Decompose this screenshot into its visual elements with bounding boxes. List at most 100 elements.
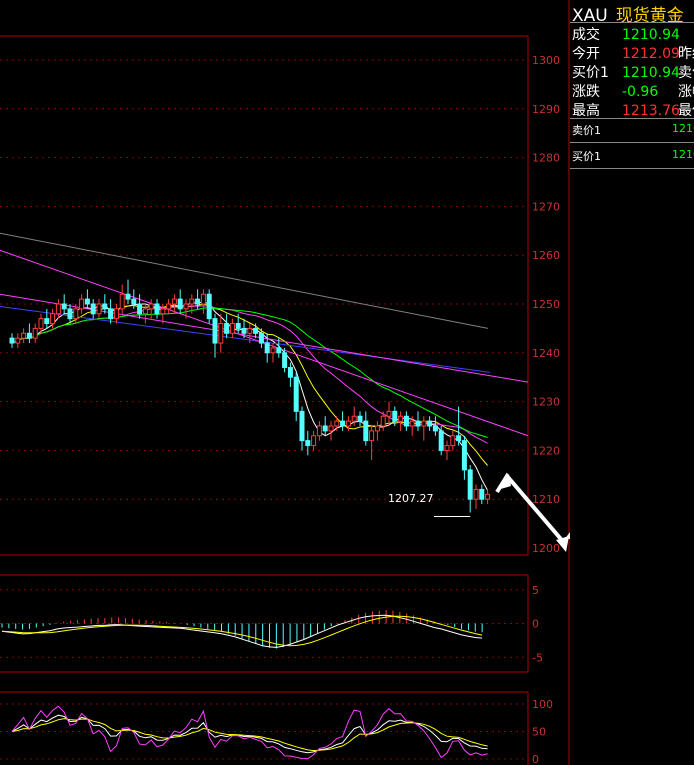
candle-body (409, 420, 415, 427)
candle-body (369, 430, 375, 442)
quote-label: 今开 (572, 46, 600, 62)
candle-body (102, 303, 108, 310)
candle-body (108, 308, 114, 320)
candle-body (119, 293, 125, 310)
ma-long-gray-line (0, 232, 489, 329)
trend-line-upper (0, 249, 529, 437)
candle-body (96, 303, 102, 315)
candle-body (21, 332, 27, 339)
candle-body (479, 488, 485, 500)
candle-body (299, 410, 305, 442)
candle-body (218, 323, 224, 344)
kdj-indicator (11, 705, 488, 760)
price-tick-label: 1260 (532, 249, 560, 262)
quote-row: 涨跌 -0.96 涨幅 (572, 81, 694, 101)
quote-row: 今开 1212.09昨结 (572, 43, 694, 63)
candle-body (189, 298, 195, 305)
candle-body (427, 420, 433, 427)
candle-body (438, 430, 444, 451)
kdj-tick-label: 0 (532, 753, 539, 765)
candle-body (113, 308, 119, 320)
candle-body (131, 298, 137, 305)
candle-body (328, 425, 334, 432)
price-tick-label: 1270 (532, 200, 560, 213)
price-tick-label: 1220 (532, 444, 560, 457)
candle-body (357, 415, 363, 422)
candle-body (137, 303, 143, 315)
macd-tick-label: 5 (532, 584, 539, 597)
candle-body (90, 303, 96, 315)
price-chart[interactable]: 1300 1290 1280 1270 1260 1250 1240 1230 1220 1210… (0, 0, 570, 765)
candle-body (247, 327, 253, 334)
candle-body (44, 318, 50, 325)
candle-body (403, 415, 409, 427)
candle-body (200, 293, 206, 305)
candle-body (473, 488, 479, 500)
candle-body (183, 303, 189, 310)
quote-divider (570, 118, 694, 119)
candle-body (421, 420, 427, 427)
candle-body (67, 308, 73, 320)
kdj-j-line (11, 705, 488, 760)
candle-body (287, 366, 293, 378)
candle-body (450, 435, 456, 447)
candle-body (38, 318, 44, 329)
candle-body (253, 327, 259, 334)
quote-label: 成交 (572, 27, 600, 43)
kdj-tick-label: 50 (532, 726, 546, 739)
orderbook-label: 卖价1 (572, 124, 601, 137)
candle-body (195, 298, 201, 305)
candle-body (380, 415, 386, 427)
symbol-code: XAU (572, 6, 608, 26)
price-tick-label: 1230 (532, 396, 560, 409)
orderbook-row[interactable]: 卖价1 1210 (572, 122, 694, 138)
candle-body (467, 469, 473, 500)
candle-body (206, 293, 212, 320)
quote-value: -0.96 (622, 84, 659, 100)
candle-body (432, 425, 438, 432)
candle-body (270, 347, 276, 354)
candle-body (293, 376, 299, 412)
quote-label: 涨跌 (572, 84, 600, 100)
moving-average-lines (0, 232, 529, 491)
candle-body (345, 420, 351, 427)
quote-value: 1210.94 (622, 65, 680, 81)
candle-body (9, 337, 15, 344)
candle-body (79, 298, 85, 310)
quote-value: 1210.94 (622, 27, 680, 43)
price-tick-label: 1290 (532, 103, 560, 116)
quote-label: 买价1 (572, 65, 609, 81)
candle-body (386, 410, 392, 417)
macd-tick-label: 0 (532, 618, 539, 631)
candle-body (351, 415, 357, 422)
orderbook-row[interactable]: 买价1 1210 (572, 148, 694, 164)
candle-body (125, 293, 131, 300)
orderbook-label: 买价1 (572, 150, 601, 163)
candle-body (84, 298, 90, 305)
y-axis-labels: 1300 1290 1280 1270 1260 1250 1240 1230 1220 1210… (532, 54, 560, 765)
price-tick-label: 1200 (532, 542, 560, 555)
candle-body (398, 415, 404, 422)
candle-body (392, 410, 398, 422)
header-divider (570, 22, 694, 23)
candle-body (32, 327, 38, 339)
candle-body (461, 440, 467, 471)
kdj-k-line (11, 714, 488, 754)
candle-body (316, 425, 322, 437)
symbol-name: 现货黄金 (615, 6, 684, 26)
quote-header: XAU 现货黄金 (572, 1, 684, 26)
candle-body (235, 323, 241, 329)
macd-indicator (1, 610, 483, 649)
price-tick-label: 1300 (532, 54, 560, 67)
candle-body (171, 298, 177, 305)
orderbook-value: 1210 (672, 122, 694, 135)
candle-body (50, 313, 56, 325)
candle-body (311, 435, 317, 447)
candle-body (166, 303, 172, 310)
quote-label-secondary: 涨幅 (678, 84, 694, 100)
candle-body (241, 327, 247, 334)
candle-body (15, 337, 21, 344)
chart-frames (0, 0, 570, 765)
candle-body (485, 493, 491, 500)
kdj-frame (0, 691, 529, 765)
